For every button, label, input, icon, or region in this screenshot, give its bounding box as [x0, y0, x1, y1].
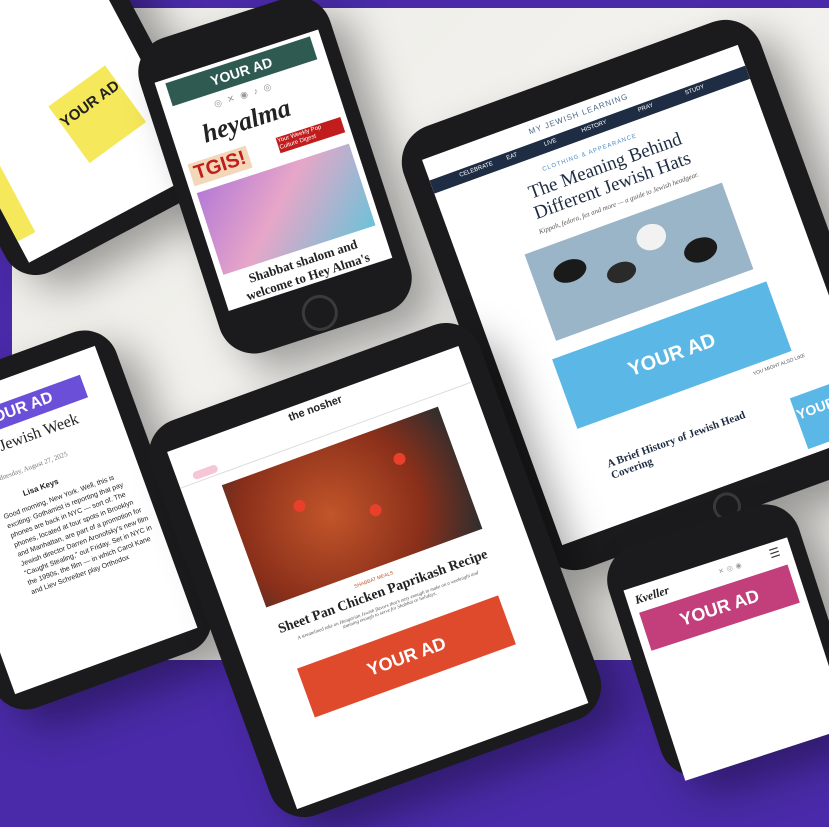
ad-pink: YOUR AD [639, 564, 800, 651]
ad-yellow: YOUR AD [48, 65, 147, 164]
phone-hey-alma-home-button[interactable] [297, 290, 343, 336]
menu-icon[interactable]: ☰ [767, 545, 782, 562]
mjl-nav-item[interactable]: LIVE [543, 138, 557, 148]
ad-blue-small: YOUR AD [789, 375, 829, 450]
tomato [291, 498, 308, 514]
yellow-stripe [0, 161, 36, 242]
mjl-nav-item[interactable]: STUDY [684, 84, 705, 97]
hat [550, 254, 590, 288]
tomato [367, 502, 384, 518]
hat [604, 257, 640, 287]
mjl-nav-item[interactable]: CELEBRATE [459, 161, 494, 179]
kveller-screen: Kveller ✕◎◉ ☰ YOUR AD [623, 537, 829, 781]
jewish-week-date: Wednesday, August 27, 2025 [0, 450, 69, 486]
kveller-social-icons: ✕◎◉ [717, 561, 746, 577]
ad-red-label: YOUR AD [364, 632, 449, 680]
tomato [391, 451, 408, 467]
ad-pink-label: YOUR AD [677, 585, 762, 630]
ad-blue-small-label: YOUR AD [794, 386, 829, 423]
nosher-recipes-pill[interactable] [191, 463, 219, 481]
mjl-nav-item[interactable]: EAT [506, 152, 519, 161]
ad-yellow-label: YOUR AD [57, 77, 123, 132]
jewish-week-body: Good morning, New York. Well, this is ex… [2, 474, 153, 597]
hat [632, 219, 670, 255]
mjl-section-heading: A Brief History of Jewish Head Covering [605, 409, 748, 482]
mjl-nav-item[interactable]: HISTORY [581, 120, 608, 135]
ad-blue-label: YOUR AD [625, 329, 719, 382]
mjl-nav-item[interactable]: PRAY [637, 103, 654, 114]
hat [680, 232, 721, 268]
